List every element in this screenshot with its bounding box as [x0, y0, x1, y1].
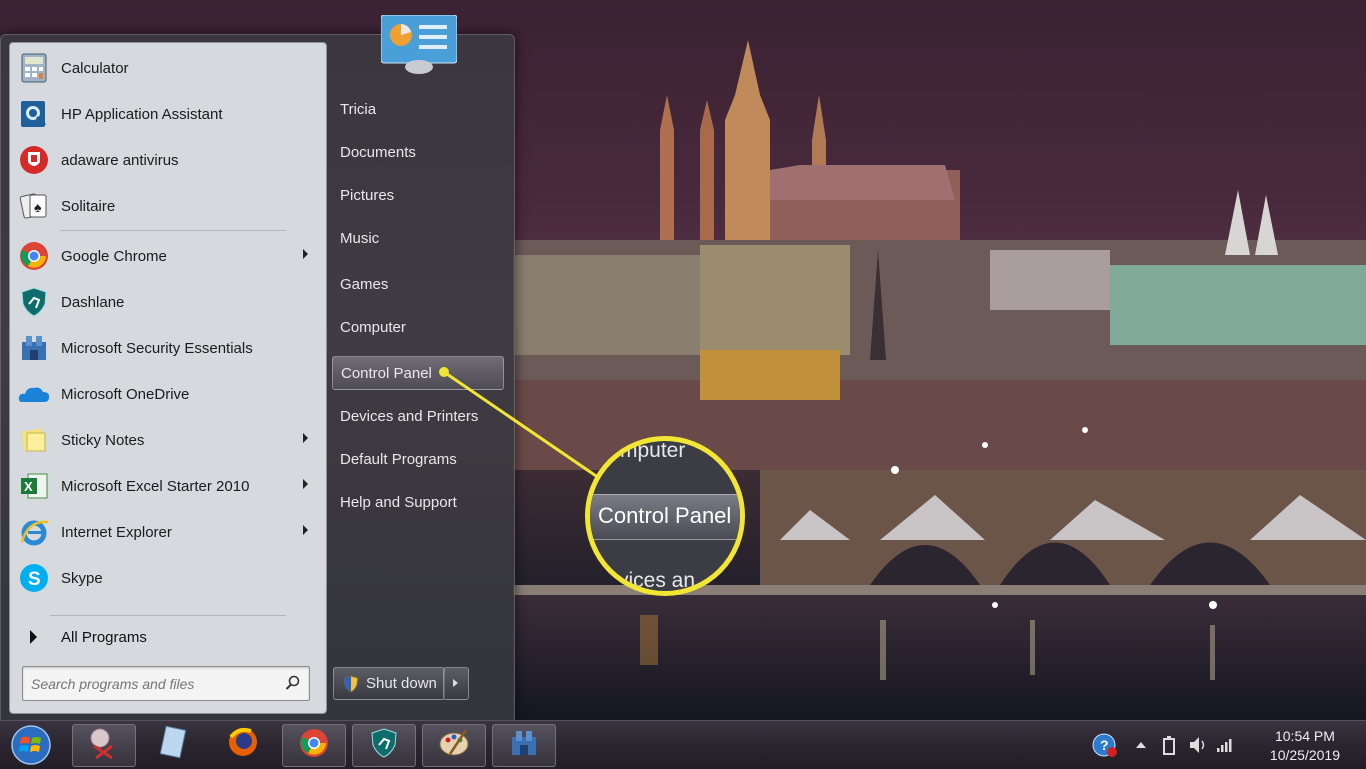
- program-label: Solitaire: [61, 197, 116, 215]
- place-devices-and-printers[interactable]: Devices and Printers: [332, 399, 502, 433]
- system-tray: ? 10:54 PM 10/25/2019: [1086, 721, 1366, 769]
- program-item-hp-assistant[interactable]: HP Application Assistant: [12, 93, 318, 135]
- place-music[interactable]: Music: [332, 221, 502, 255]
- program-item-excel[interactable]: X Microsoft Excel Starter 2010: [12, 465, 318, 507]
- program-item-security-essentials[interactable]: Microsoft Security Essentials: [12, 327, 318, 369]
- taskbar-chrome-button[interactable]: [282, 724, 346, 767]
- program-label: HP Application Assistant: [61, 105, 223, 123]
- all-programs-button[interactable]: All Programs: [18, 623, 318, 651]
- place-pictures[interactable]: Pictures: [332, 178, 502, 212]
- taskbar-firefox-button[interactable]: [212, 724, 274, 765]
- program-item-calculator[interactable]: Calculator: [12, 47, 318, 89]
- submenu-arrow-icon[interactable]: [303, 249, 308, 259]
- place-help-and-support[interactable]: Help and Support: [332, 485, 502, 519]
- program-label: Internet Explorer: [61, 523, 172, 541]
- taskbar: ? 10:54 PM 10/25/2019: [0, 720, 1366, 769]
- clock-time: 10:54 PM: [1274, 728, 1335, 744]
- security-essentials-icon: [508, 727, 540, 764]
- program-label: Dashlane: [61, 293, 125, 311]
- chrome-icon: [298, 727, 330, 764]
- solitaire-icon: ♠: [16, 188, 52, 224]
- program-label: Microsoft OneDrive: [61, 385, 190, 403]
- program-item-chrome[interactable]: Google Chrome: [12, 235, 318, 277]
- program-item-skype[interactable]: S Skype: [12, 557, 318, 599]
- adaware-icon: [16, 142, 52, 178]
- skype-icon: S: [16, 560, 52, 596]
- svg-text:S: S: [28, 569, 41, 590]
- shutdown-options-button[interactable]: [443, 667, 469, 700]
- calculator-icon: [16, 50, 52, 86]
- program-label: Google Chrome: [61, 247, 167, 265]
- callout-label: Control Panel: [598, 503, 732, 528]
- search-box[interactable]: [22, 666, 310, 701]
- taskbar-notepad-button[interactable]: [142, 724, 204, 765]
- show-hidden-icons-icon[interactable]: [1136, 741, 1146, 749]
- sticky-notes-icon: [16, 422, 52, 458]
- svg-text:♠: ♠: [34, 199, 42, 215]
- control-panel-user-picture-icon: [381, 15, 457, 74]
- submenu-arrow-icon[interactable]: [303, 433, 308, 443]
- submenu-arrow-icon[interactable]: [303, 479, 308, 489]
- place-games[interactable]: Games: [332, 267, 502, 301]
- start-menu: Calculator HP Application Assistant adawar…: [0, 15, 515, 722]
- internet-explorer-icon: [16, 514, 52, 550]
- program-label: Microsoft Excel Starter 2010: [61, 477, 250, 495]
- clock-date: 10/25/2019: [1269, 747, 1340, 763]
- onedrive-icon: [16, 376, 52, 412]
- separator: [60, 230, 286, 231]
- place-tricia[interactable]: Tricia: [332, 92, 502, 126]
- program-item-sticky-notes[interactable]: Sticky Notes: [12, 419, 318, 461]
- shutdown-label: Shut down: [366, 675, 437, 692]
- help-notification-icon[interactable]: ?: [1092, 733, 1118, 759]
- start-menu-programs-pane: Calculator HP Application Assistant adawar…: [9, 42, 327, 714]
- callout-bottom-text: vices an: [618, 569, 696, 592]
- security-essentials-icon: [16, 330, 52, 366]
- network-icon[interactable]: [1216, 737, 1232, 753]
- taskbar-security-essentials-button[interactable]: [492, 724, 556, 767]
- volume-icon[interactable]: [1188, 735, 1208, 755]
- place-documents[interactable]: Documents: [332, 135, 502, 169]
- dashlane-icon: [368, 727, 400, 764]
- search-input[interactable]: [29, 673, 283, 695]
- search-icon[interactable]: [285, 675, 301, 691]
- callout-top-text: mputer: [620, 439, 686, 462]
- program-label: adaware antivirus: [61, 151, 179, 169]
- start-menu-places-pane: Tricia Documents Pictures Music Games Compute…: [325, 15, 514, 721]
- start-button[interactable]: [8, 724, 54, 766]
- hp-assistant-icon: [16, 96, 52, 132]
- taskbar-dashlane-button[interactable]: [352, 724, 416, 767]
- program-item-internet-explorer[interactable]: Internet Explorer: [12, 511, 318, 553]
- chrome-icon: [16, 238, 52, 274]
- program-item-onedrive[interactable]: Microsoft OneDrive: [12, 373, 318, 415]
- program-item-solitaire[interactable]: ♠ Solitaire: [12, 185, 318, 227]
- taskbar-paint-button[interactable]: [422, 724, 486, 767]
- control-panel-magnifier-callout: mputer Control Panel vices an: [585, 436, 745, 596]
- clock[interactable]: 10:54 PM 10/25/2019: [1270, 727, 1340, 765]
- separator: [50, 615, 286, 616]
- submenu-arrow-icon[interactable]: [303, 525, 308, 535]
- program-label: Microsoft Security Essentials: [61, 339, 253, 357]
- place-control-panel[interactable]: Control Panel: [332, 356, 504, 390]
- snipping-tool-icon: [86, 726, 122, 765]
- program-item-dashlane[interactable]: Dashlane: [12, 281, 318, 323]
- taskbar-snipping-tool-button[interactable]: [72, 724, 136, 767]
- place-default-programs[interactable]: Default Programs: [332, 442, 502, 476]
- excel-icon: X: [16, 468, 52, 504]
- all-programs-label: All Programs: [61, 628, 147, 646]
- power-icon[interactable]: [1161, 735, 1177, 755]
- program-label: Skype: [61, 569, 103, 587]
- shield-icon: [343, 674, 359, 693]
- notepad-icon: [155, 725, 191, 764]
- program-label: Sticky Notes: [61, 431, 145, 449]
- shutdown-button[interactable]: Shut down: [333, 667, 445, 700]
- dashlane-icon: [16, 284, 52, 320]
- expand-arrow-icon: [30, 630, 37, 644]
- firefox-icon: [225, 725, 261, 764]
- program-label: Calculator: [61, 59, 129, 77]
- paint-icon: [436, 726, 472, 765]
- place-computer[interactable]: Computer: [332, 310, 502, 344]
- svg-text:X: X: [24, 479, 33, 494]
- program-item-adaware[interactable]: adaware antivirus: [12, 139, 318, 181]
